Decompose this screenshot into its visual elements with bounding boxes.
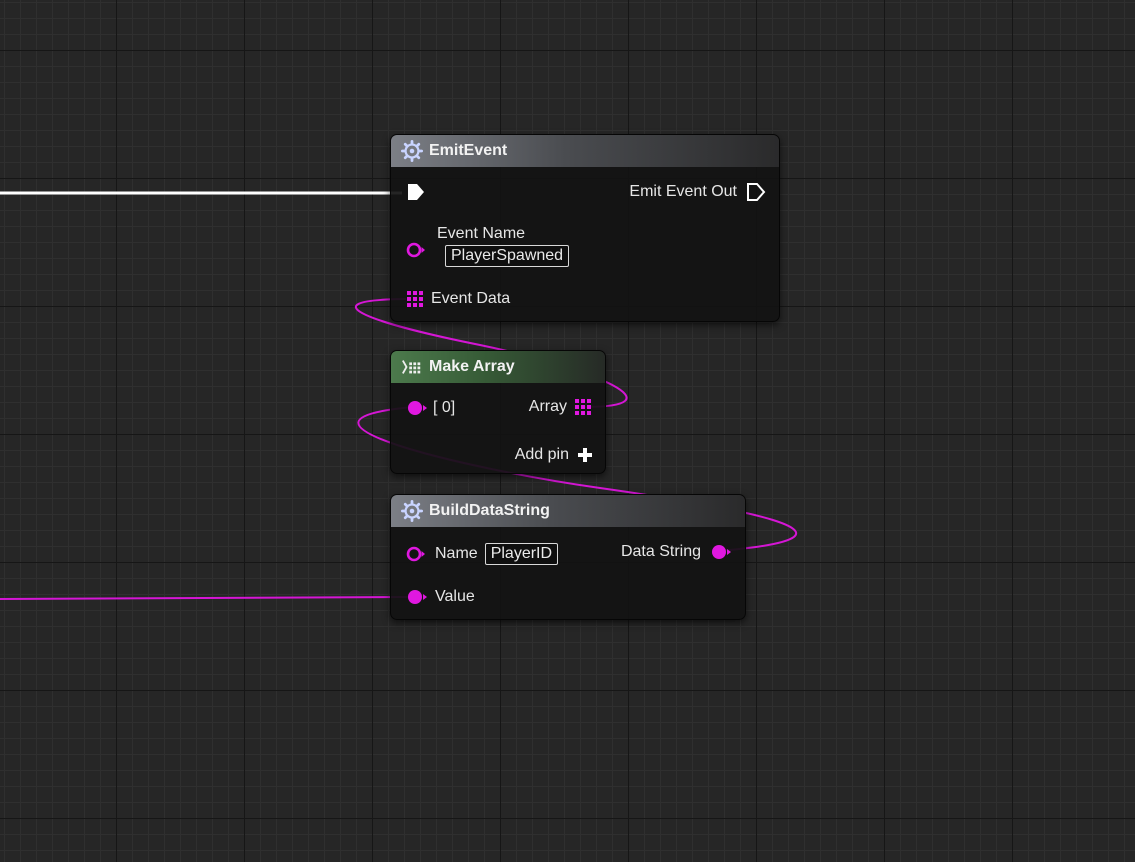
exec-out-pin-row[interactable]: Emit Event Out	[629, 181, 767, 203]
array-input-0-pin-icon[interactable]	[405, 397, 429, 419]
value-pin-icon[interactable]	[405, 586, 429, 608]
make-array-icon	[402, 360, 421, 374]
plus-icon[interactable]	[577, 447, 593, 463]
data-string-label: Data String	[620, 543, 701, 560]
node-title: EmitEvent	[429, 142, 508, 159]
array-pin-icon[interactable]	[405, 289, 425, 309]
function-gear-icon	[401, 500, 423, 522]
node-title: BuildDataString	[429, 502, 550, 519]
function-gear-icon	[401, 140, 423, 162]
event-name-pin-row[interactable]: Event Name PlayerSpawned	[405, 225, 570, 267]
emit-event-header[interactable]: EmitEvent	[391, 135, 779, 167]
event-data-label: Event Data	[431, 290, 511, 307]
exec-out-pin-icon[interactable]	[745, 181, 767, 203]
data-string-output-pin-row[interactable]: Data String	[621, 541, 733, 563]
make-array-node[interactable]: Make Array [ 0] Array Add pin	[390, 350, 606, 474]
exec-out-label: Emit Event Out	[629, 183, 737, 200]
value-label: Value	[435, 588, 475, 605]
event-name-input[interactable]: PlayerSpawned	[445, 245, 570, 267]
add-pin-label: Add pin	[514, 446, 569, 463]
add-pin-button[interactable]: Add pin	[515, 446, 593, 464]
array-input-0-label: [ 0]	[433, 399, 456, 416]
array-output-pin-row[interactable]: Array	[529, 397, 593, 417]
event-name-pin-icon[interactable]	[405, 239, 427, 261]
name-pin-row[interactable]: Name PlayerID	[405, 543, 559, 565]
wire-value-input[interactable]	[0, 596, 409, 600]
make-array-header[interactable]: Make Array	[391, 351, 605, 383]
array-input-0-pin-row[interactable]: [ 0]	[405, 397, 455, 419]
name-pin-icon[interactable]	[405, 543, 427, 565]
name-label: Name	[435, 545, 478, 562]
array-pin-icon[interactable]	[573, 397, 593, 417]
emit-event-node[interactable]: EmitEvent Emit Event Out Event Name Play…	[390, 134, 780, 322]
event-data-pin-row[interactable]: Event Data	[405, 289, 510, 309]
build-data-string-header[interactable]: BuildDataString	[391, 495, 745, 527]
build-data-string-node[interactable]: BuildDataString Name PlayerID Data Strin…	[390, 494, 746, 620]
event-name-label: Event Name	[437, 225, 526, 242]
value-pin-row[interactable]: Value	[405, 586, 475, 608]
exec-in-pin-row[interactable]	[405, 181, 427, 203]
name-input[interactable]: PlayerID	[484, 543, 559, 565]
node-title: Make Array	[429, 358, 515, 375]
array-output-label: Array	[528, 398, 567, 415]
exec-in-pin-icon[interactable]	[405, 181, 427, 203]
data-string-pin-icon[interactable]	[709, 541, 733, 563]
